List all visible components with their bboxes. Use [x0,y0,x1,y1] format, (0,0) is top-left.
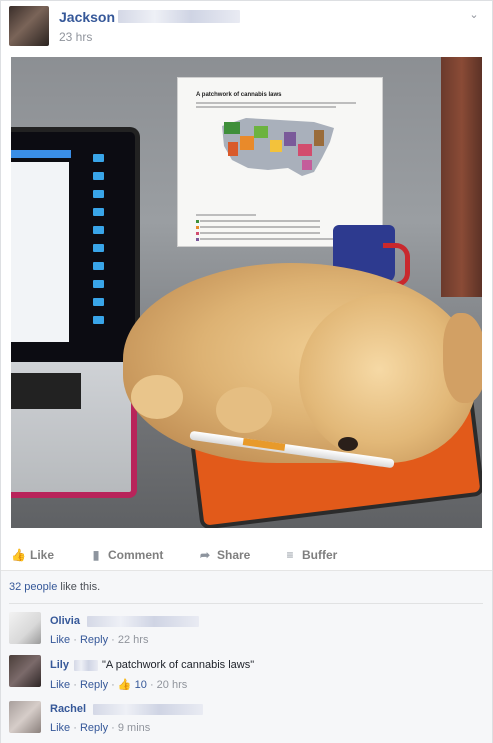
comment-reply-link[interactable]: Reply [80,679,108,691]
redacted-surname [87,616,199,627]
poster-text-line [196,106,336,108]
brick-wall [441,57,482,297]
comment-likes-count[interactable]: 10 [135,679,147,691]
comment-like-link[interactable]: Like [50,634,70,646]
folder-icon [93,298,104,306]
post-timestamp[interactable]: 23 hrs [59,30,92,44]
post-footer: 32 people like this. Olivia Like · Reply… [1,570,492,743]
legend-text [200,232,320,234]
puppy-paw [131,375,183,419]
author-avatar[interactable] [9,6,49,46]
laptop-keyboard [11,373,81,409]
share-label: Share [217,548,251,562]
legend-swatch [196,232,199,235]
speech-bubble-icon: ▮ [92,548,100,562]
puppy-nose [338,437,358,451]
comment-button[interactable]: ▮ Comment [89,540,164,570]
folder-icon [93,226,104,234]
like-button[interactable]: 👍 Like [11,540,54,570]
folder-icon [93,154,104,162]
likes-summary: 32 people like this. [9,581,100,593]
thumbs-up-icon: 👍 [117,679,132,691]
poster-text-line [196,214,256,216]
like-label: Like [30,548,55,562]
folder-icon [93,244,104,252]
folder-icon [93,316,104,324]
legend-swatch [196,238,199,241]
likes-suffix: like this. [57,581,101,593]
poster-title: A patchwork of cannabis laws [196,92,282,98]
redacted-surname [93,704,203,715]
comment-meta: Like · Reply · 9 mins [50,722,151,734]
comment-like-link[interactable]: Like [50,679,70,691]
author-name[interactable]: Jackson [59,9,115,25]
likes-count-link[interactable]: 32 people [9,581,57,593]
laptop-window-bar [11,150,71,158]
redacted-surname [74,660,98,671]
legend-text [200,220,320,222]
folder-icon [93,190,104,198]
folder-icon [93,280,104,288]
comment-avatar[interactable] [9,655,41,687]
folder-icon [93,208,104,216]
comment-meta: Like · Reply · 22 hrs [50,634,149,646]
share-arrow-icon: ➦ [199,548,211,562]
legend-text [200,238,350,240]
comment-reply-link[interactable]: Reply [80,722,108,734]
comment-meta: Like · Reply · 👍 10 · 20 hrs [50,679,188,691]
comment-label: Comment [108,548,164,562]
comment-text: "A patchwork of cannabis laws" [102,659,255,671]
comment-time[interactable]: 20 hrs [157,679,188,691]
comment-reply-link[interactable]: Reply [80,634,108,646]
layers-icon: ≡ [286,548,294,562]
divider [9,603,483,604]
redacted-surname [118,10,240,23]
comment-time[interactable]: 22 hrs [118,634,149,646]
thumbs-up-icon: 👍 [11,548,26,562]
buffer-label: Buffer [302,548,338,562]
puppy-ear [443,313,482,403]
us-map [222,118,334,176]
comment-author[interactable]: Olivia [50,615,80,627]
legend-swatch [196,220,199,223]
comment-author[interactable]: Lily [50,659,69,671]
poster-text-line [196,102,356,104]
post-card: Jackson 23 hrs ⌄ A patchwork of cannabis… [0,0,493,743]
post-actions-bar: 👍 Like ▮ Comment ➦ Share ≡ Buffer [1,540,492,570]
comment-avatar[interactable] [9,612,41,644]
share-button[interactable]: ➦ Share [198,540,250,570]
legend-text [200,226,320,228]
comment-like-link[interactable]: Like [50,722,70,734]
chevron-down-icon[interactable]: ⌄ [467,8,481,22]
comment-avatar[interactable] [9,701,41,733]
cannabis-laws-poster: A patchwork of cannabis laws [177,77,383,247]
comment-author[interactable]: Rachel [50,703,86,715]
folder-icon [93,262,104,270]
post-photo[interactable]: A patchwork of cannabis laws [11,57,482,528]
buffer-button[interactable]: ≡ Buffer [283,540,337,570]
legend-swatch [196,226,199,229]
folder-icon [93,172,104,180]
laptop-screen [11,127,140,377]
puppy-paw [216,387,272,433]
laptop-window [11,162,69,342]
comment-time[interactable]: 9 mins [118,722,150,734]
